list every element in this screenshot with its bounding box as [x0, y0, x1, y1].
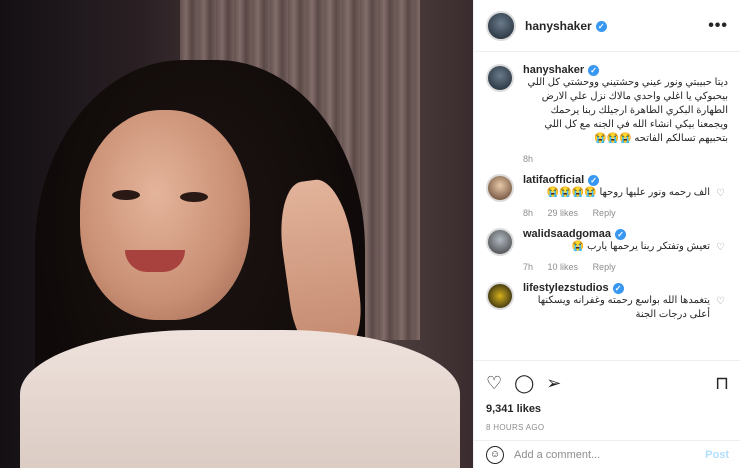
- comment: walidsaadgomaa ✓ تعيش وتفتكر ربنا يرحمها …: [486, 228, 728, 272]
- post-username[interactable]: hanyshaker ✓: [525, 19, 607, 33]
- comment-username[interactable]: lifestylezstudios ✓: [523, 282, 710, 294]
- verified-icon: ✓: [612, 282, 624, 294]
- photo-eye-right: [180, 192, 208, 202]
- comment-username[interactable]: latifaofficial ✓: [523, 174, 710, 186]
- comment-meta: 7h 10 likes Reply: [523, 262, 710, 272]
- comment: latifaofficial ✓ الف رحمه ونور عليها روحه…: [486, 174, 728, 218]
- reply-button[interactable]: Reply: [593, 262, 616, 272]
- comment-text: تعيش وتفتكر ربنا يرحمها يارب 😭: [571, 241, 710, 252]
- comment-meta: 8h 29 likes Reply: [523, 208, 710, 218]
- post-actions: ♡ ◯ ➢ ⊓ 9,341 likes 8 HOURS AGO: [474, 360, 740, 432]
- bookmark-icon[interactable]: ⊓: [715, 373, 729, 394]
- verified-icon: ✓: [588, 64, 600, 76]
- avatar[interactable]: [486, 228, 514, 256]
- add-comment-bar: ☺ Post: [474, 440, 740, 468]
- comment-likes[interactable]: 29 likes: [548, 208, 579, 218]
- photo-face: [80, 110, 250, 320]
- comment-time: 7h: [523, 262, 534, 272]
- likes-count[interactable]: 9,341 likes: [486, 403, 729, 415]
- post-time: 8 HOURS AGO: [486, 423, 545, 432]
- comment-input[interactable]: [514, 448, 706, 461]
- caption-text: ديتا حبيبتي ونور عيني وحشتيني ووحشتي كل …: [527, 77, 728, 144]
- comments-list[interactable]: hanyshaker ✓ ديتا حبيبتي ونور عيني وحشتين…: [474, 52, 740, 352]
- more-options-icon[interactable]: •••: [708, 17, 728, 35]
- post-side-panel: hanyshaker ✓ ••• hanyshaker ✓ ديتا حبيبتي …: [473, 0, 740, 468]
- verified-icon: ✓: [595, 20, 607, 32]
- comment-time: 8h: [523, 208, 534, 218]
- comment-text: يتغمدها الله بواسع رحمته وغفرانه ويسكنها…: [537, 295, 710, 320]
- caption-username[interactable]: hanyshaker ✓: [523, 64, 728, 76]
- share-icon[interactable]: ➢: [546, 373, 561, 394]
- verified-icon: ✓: [615, 228, 627, 240]
- comment: lifestylezstudios ✓ يتغمدها الله بواسع رح…: [486, 282, 728, 322]
- comment-username[interactable]: walidsaadgomaa ✓: [523, 228, 710, 240]
- emoji-icon[interactable]: ☺: [486, 445, 504, 464]
- verified-icon: ✓: [588, 174, 600, 186]
- photo-top: [20, 330, 460, 468]
- heart-icon[interactable]: ♡: [716, 188, 728, 199]
- avatar[interactable]: [486, 10, 516, 41]
- avatar[interactable]: [486, 64, 514, 92]
- comment-icon[interactable]: ◯: [514, 373, 534, 394]
- heart-icon[interactable]: ♡: [486, 373, 502, 394]
- avatar[interactable]: [486, 282, 514, 310]
- post-header: hanyshaker ✓ •••: [474, 0, 740, 52]
- caption-time: 8h: [523, 154, 534, 164]
- instagram-post: hanyshaker ✓ ••• hanyshaker ✓ ديتا حبيبتي …: [0, 0, 740, 468]
- heart-icon[interactable]: ♡: [716, 242, 728, 253]
- comment-likes[interactable]: 10 likes: [548, 262, 579, 272]
- heart-icon[interactable]: ♡: [716, 296, 728, 307]
- reply-button[interactable]: Reply: [593, 208, 616, 218]
- post-photo[interactable]: [0, 0, 473, 468]
- post-button[interactable]: Post: [705, 449, 729, 461]
- caption: hanyshaker ✓ ديتا حبيبتي ونور عيني وحشتين…: [486, 64, 728, 164]
- comment-text: الف رحمه ونور عليها روحها 😭😭😭😭: [546, 187, 710, 198]
- photo-eye-left: [112, 190, 140, 200]
- avatar[interactable]: [486, 174, 514, 202]
- action-icons: ♡ ◯ ➢ ⊓: [486, 369, 729, 397]
- caption-meta: 8h: [523, 154, 728, 164]
